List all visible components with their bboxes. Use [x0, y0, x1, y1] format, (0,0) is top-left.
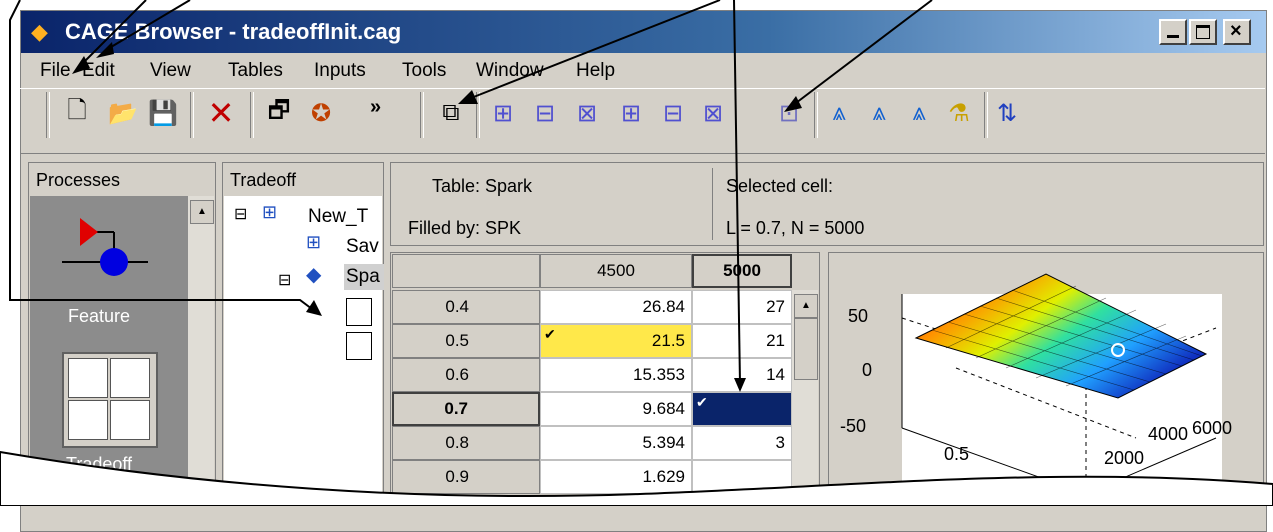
- callout-overlay: [0, 0, 1273, 506]
- torn-edge: [0, 450, 1273, 506]
